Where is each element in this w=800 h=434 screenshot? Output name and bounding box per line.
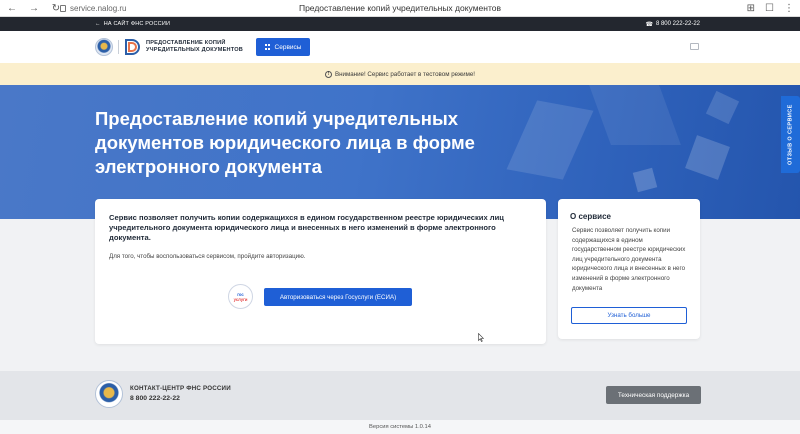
gos-logo-line-2: услуги bbox=[233, 296, 248, 302]
back-arrow-icon[interactable]: ← bbox=[6, 0, 18, 17]
tech-support-button[interactable]: Техническая поддержка bbox=[606, 386, 701, 404]
top-phone-label: 8 800 222-22-22 bbox=[655, 21, 700, 27]
logo-divider bbox=[118, 40, 119, 54]
menu-icon[interactable]: ⋮ bbox=[784, 0, 794, 17]
back-to-fns-link[interactable]: ← НА САЙТ ФНС РОССИИ bbox=[95, 21, 170, 27]
site-header: ПРЕДОСТАВЛЕНИЕ КОПИЙ УЧРЕДИТЕЛЬНЫХ ДОКУМ… bbox=[0, 31, 800, 63]
system-version: Версия системы 1.0.14 bbox=[0, 420, 800, 434]
services-button[interactable]: Сервисы bbox=[256, 38, 310, 56]
hero-decoration bbox=[632, 167, 658, 193]
contact-center-title: КОНТАКТ-ЦЕНТР ФНС РОССИИ bbox=[130, 385, 231, 392]
hero-decoration bbox=[685, 135, 730, 180]
mouse-cursor-icon bbox=[478, 333, 484, 342]
fns-emblem-icon[interactable] bbox=[95, 38, 113, 56]
about-text: Сервис позволяет получить копии содержащ… bbox=[572, 227, 686, 292]
info-icon: ! bbox=[324, 70, 332, 78]
url-text: service.nalog.ru bbox=[70, 4, 127, 13]
service-logo-icon bbox=[125, 39, 140, 55]
address-bar[interactable]: service.nalog.ru bbox=[60, 2, 126, 15]
hero-decoration bbox=[705, 90, 740, 125]
feedback-tab[interactable]: ОТЗЫВ О СЕРВИСЕ bbox=[781, 96, 800, 173]
service-description: Сервис позволяет получить копии содержащ… bbox=[109, 213, 504, 242]
hero-decoration bbox=[589, 85, 681, 145]
site-footer: КОНТАКТ-ЦЕНТР ФНС РОССИИ 8 800 222-22-22… bbox=[0, 371, 800, 420]
auth-card: Сервис позволяет получить копии содержащ… bbox=[95, 199, 546, 344]
browser-toolbar: ← → ↻ service.nalog.ru Предоставление ко… bbox=[0, 0, 800, 17]
phone-icon: ☎ bbox=[645, 21, 653, 28]
lock-icon bbox=[60, 5, 66, 12]
chat-icon[interactable] bbox=[690, 43, 699, 50]
contact-center-phone[interactable]: 8 800 222-22-22 bbox=[130, 395, 180, 402]
brand-title[interactable]: ПРЕДОСТАВЛЕНИЕ КОПИЙ УЧРЕДИТЕЛЬНЫХ ДОКУМ… bbox=[146, 40, 243, 54]
translate-icon[interactable]: ⊞ bbox=[747, 0, 755, 17]
grid-icon bbox=[264, 44, 271, 50]
hero-decoration bbox=[506, 100, 594, 180]
top-strip: ← НА САЙТ ФНС РОССИИ ☎ 8 800 222-22-22 bbox=[0, 17, 800, 31]
page-title: Предоставление копий учредительных докум… bbox=[95, 108, 475, 177]
brand-line-1: ПРЕДОСТАВЛЕНИЕ КОПИЙ bbox=[146, 40, 226, 46]
brand-line-2: УЧРЕДИТЕЛЬНЫХ ДОКУМЕНТОВ bbox=[146, 47, 244, 53]
test-mode-warning: ! Внимание! Сервис работает в тестовом р… bbox=[0, 63, 800, 85]
services-label: Сервисы bbox=[274, 43, 302, 51]
warning-text: Внимание! Сервис работает в тестовом реж… bbox=[334, 70, 476, 78]
gosuslugi-logo-icon: гос услуги bbox=[228, 284, 253, 309]
bookmark-icon[interactable]: ☐ bbox=[765, 0, 774, 17]
back-link-label: НА САЙТ ФНС РОССИИ bbox=[103, 21, 171, 27]
gosuslugi-auth-button[interactable]: Авторизоваться через Госуслуги (ЕСИА) bbox=[264, 288, 412, 306]
top-phone[interactable]: ☎ 8 800 222-22-22 bbox=[645, 21, 700, 28]
auth-hint: Для того, чтобы воспользоваться сервисом… bbox=[109, 253, 306, 260]
about-service-card: О сервисе Сервис позволяет получить копи… bbox=[558, 199, 700, 339]
about-title: О сервисе bbox=[570, 212, 611, 221]
back-arrow-icon: ← bbox=[95, 21, 101, 27]
learn-more-button[interactable]: Узнать больше bbox=[571, 307, 687, 324]
fns-emblem-icon bbox=[95, 380, 123, 408]
forward-arrow-icon[interactable]: → bbox=[28, 0, 40, 17]
